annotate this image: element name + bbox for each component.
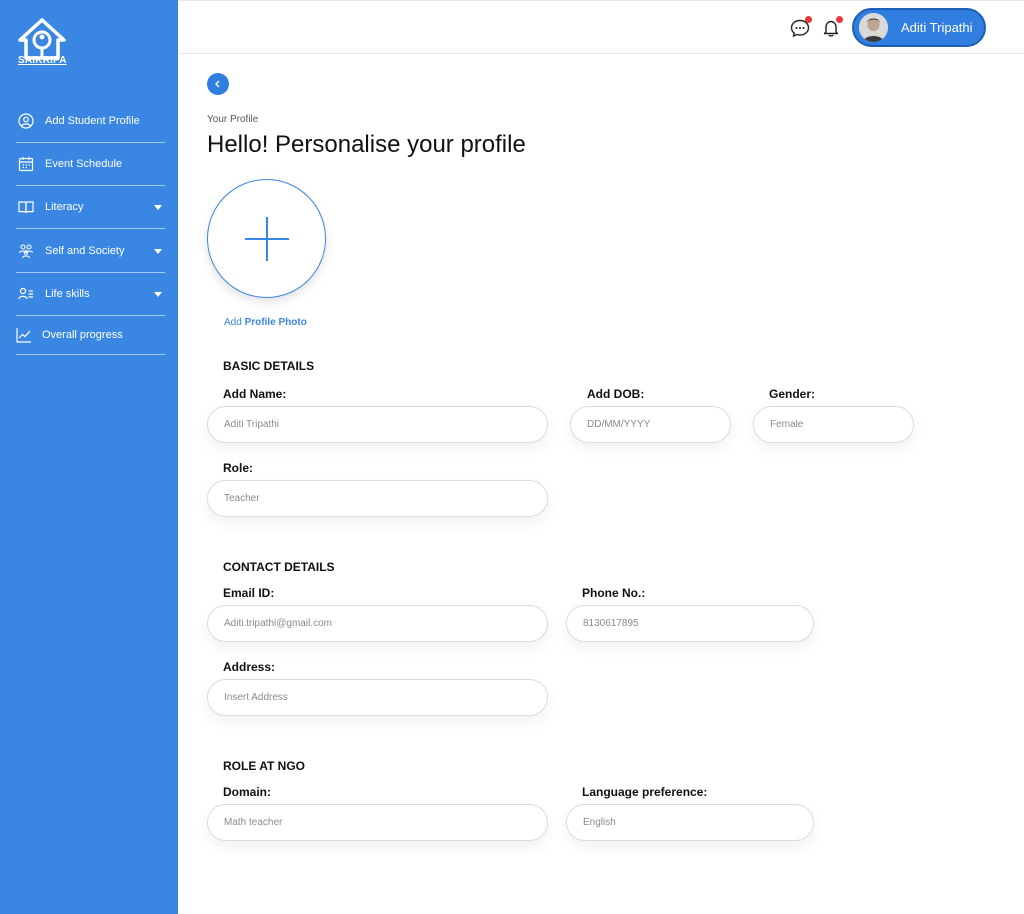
notification-dot [805, 16, 812, 23]
contact-details-heading: CONTACT DETAILS [223, 560, 335, 574]
calendar-icon [18, 157, 34, 172]
add-photo-bold: Profile Photo [244, 317, 307, 328]
user-circle-icon [18, 113, 34, 129]
role-input[interactable] [207, 480, 548, 517]
breadcrumb: Your Profile [207, 114, 259, 125]
sidebar-item-overall-progress[interactable]: Overall progress [16, 316, 165, 355]
avatar [859, 13, 888, 42]
chat-icon[interactable] [790, 16, 812, 38]
sidebar-item-label: Life skills [45, 288, 90, 300]
dob-input[interactable] [570, 406, 731, 443]
chevron-down-icon[interactable] [154, 249, 162, 254]
domain-label: Domain: [223, 785, 271, 799]
chart-line-icon [16, 328, 31, 343]
language-label: Language preference: [582, 785, 708, 799]
sidebar-item-event-schedule[interactable]: Event Schedule [16, 143, 165, 186]
add-profile-photo-link[interactable]: Add Profile Photo [224, 317, 307, 328]
user-list-icon [18, 287, 33, 300]
name-input[interactable] [207, 406, 548, 443]
chevron-left-icon [215, 80, 220, 88]
address-label: Address: [223, 660, 276, 674]
sidebar-item-literacy[interactable]: Literacy [16, 186, 165, 229]
page-title: Hello! Personalise your profile [207, 131, 526, 158]
notification-dot [836, 16, 843, 23]
language-input[interactable] [566, 804, 814, 841]
basic-details-heading: BASIC DETAILS [223, 359, 315, 373]
sidebar-item-label: Add Student Profile [45, 115, 140, 127]
email-input[interactable] [207, 605, 548, 642]
domain-input[interactable] [207, 804, 548, 841]
chevron-down-icon[interactable] [154, 292, 162, 297]
phone-input[interactable] [566, 605, 814, 642]
gender-label: Gender: [769, 387, 816, 401]
dob-label: Add DOB: [587, 387, 645, 401]
address-input[interactable] [207, 679, 548, 716]
user-name: Aditi Tripathi [901, 20, 973, 35]
plus-icon [266, 217, 268, 261]
sidebar-item-self-and-society[interactable]: Self and Society [16, 230, 165, 273]
brand-name: SAIKRIPA [18, 55, 67, 66]
gender-input[interactable] [753, 406, 914, 443]
book-icon [18, 201, 34, 214]
phone-label: Phone No.: [582, 586, 646, 600]
email-label: Email ID: [223, 586, 275, 600]
role-at-ngo-heading: ROLE AT NGO [223, 759, 305, 773]
sidebar-item-label: Event Schedule [45, 158, 123, 170]
chevron-down-icon[interactable] [154, 205, 162, 210]
profile-photo-upload[interactable] [207, 179, 326, 298]
back-button[interactable] [207, 73, 229, 95]
role-label: Role: [223, 461, 253, 475]
sidebar-item-life-skills[interactable]: Life skills [16, 273, 165, 316]
sidebar-item-label: Literacy [45, 201, 84, 213]
add-photo-prefix: Add [224, 317, 242, 328]
name-label: Add Name: [223, 387, 287, 401]
bell-icon[interactable] [821, 16, 843, 38]
sidebar: SAIKRIPA Add Student Profile Event Sched… [0, 0, 178, 914]
people-group-icon [18, 244, 34, 259]
sidebar-item-add-student-profile[interactable]: Add Student Profile [16, 100, 165, 143]
user-menu-button[interactable]: Aditi Tripathi [852, 8, 986, 47]
sidebar-item-label: Self and Society [45, 245, 125, 257]
sidebar-item-label: Overall progress [42, 329, 123, 341]
